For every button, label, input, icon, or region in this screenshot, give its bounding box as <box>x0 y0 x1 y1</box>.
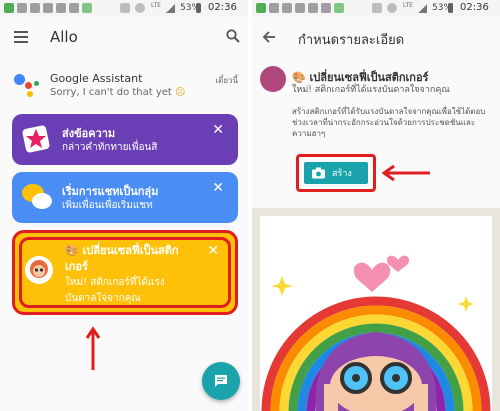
close-icon[interactable]: ✕ <box>212 122 224 138</box>
group-chat-card[interactable]: เริ่มการแชทเป็นกลุ่ม เพิ่มเพื่อนเพื่อเริ… <box>12 172 238 223</box>
sticker-details-screen: LTE 53% 02:36 กำหนดรายละเอียด 🎨 เปลี่ยนเ… <box>252 0 500 411</box>
notification-icon <box>269 3 279 13</box>
status-bar: LTE 53% 02:36 <box>252 0 500 17</box>
vibrate-icon <box>120 3 130 13</box>
create-button[interactable]: สร้าง <box>304 162 368 184</box>
battery-icon <box>448 3 453 13</box>
alarm-icon <box>387 3 397 13</box>
close-icon[interactable]: ✕ <box>212 180 224 196</box>
messenger-icon <box>69 3 79 13</box>
network-type: LTE <box>403 2 413 9</box>
app-title: Allo <box>50 28 78 46</box>
assistant-name: Google Assistant <box>50 72 143 85</box>
notification-icon <box>17 3 27 13</box>
send-message-card[interactable]: ส่งข้อความ กล่าวคำทักทายเพื่อนสิ ✕ <box>12 114 238 165</box>
notification-icon <box>30 3 40 13</box>
create-button-label: สร้าง <box>332 169 352 179</box>
whatsapp-icon <box>4 3 14 13</box>
notification-icon <box>43 3 53 13</box>
google-assistant-icon <box>12 72 40 100</box>
card-subtitle-line-1: ใหม่! สติกเกอร์ที่ได้แรง <box>65 277 165 288</box>
app-bar: Allo <box>0 17 248 57</box>
sticker-avatar <box>260 66 286 92</box>
whatsapp-icon <box>256 3 266 13</box>
card-subtitle: เพิ่มเพื่อนเพื่อเริ่มแชท <box>62 200 153 211</box>
back-arrow-icon[interactable] <box>262 30 276 44</box>
clock: 02:36 <box>208 2 237 13</box>
clock: 02:36 <box>460 2 489 13</box>
close-icon[interactable]: ✕ <box>207 243 219 259</box>
android-icon <box>82 3 92 13</box>
camera-icon <box>312 167 325 179</box>
message-time: เดี๋ยวนี้ <box>215 76 238 85</box>
red-arrow-up-icon <box>86 326 100 370</box>
emoji-icon: ☹ <box>175 87 186 98</box>
selfie-sticker-icon <box>25 256 53 284</box>
selfie-sticker-card[interactable]: 🎨 เปลี่ยนเซลฟี่เป็นสติก เกอร์ ใหม่! สติก… <box>12 230 238 315</box>
chat-bubbles-icon <box>22 184 52 209</box>
search-icon[interactable] <box>226 29 240 43</box>
paint-icon: 🎨 <box>65 244 79 257</box>
alarm-icon <box>135 3 145 13</box>
menu-icon[interactable] <box>14 31 28 43</box>
notification-icon <box>282 3 292 13</box>
chat-icon <box>215 375 227 387</box>
allo-home-screen: LTE 53% 02:36 Allo Google Assistant Sorr… <box>0 0 248 411</box>
image-icon <box>56 3 66 13</box>
page-title: กำหนดรายละเอียด <box>298 33 405 48</box>
signal-icon <box>166 4 175 13</box>
sticker-star-icon <box>22 125 50 153</box>
google-assistant-row[interactable]: Google Assistant Sorry, I can't do that … <box>0 66 248 106</box>
battery-icon <box>196 3 201 13</box>
sticker-artwork <box>252 208 500 411</box>
messenger-icon <box>321 3 331 13</box>
new-chat-fab[interactable] <box>202 362 240 400</box>
card-subtitle-line-2: บันดาลใจจากคุณ <box>65 293 141 304</box>
rainbow-selfie-illustration <box>252 208 500 411</box>
image-icon <box>308 3 318 13</box>
android-icon <box>334 3 344 13</box>
app-bar: กำหนดรายละเอียด <box>252 17 500 57</box>
status-bar: LTE 53% 02:36 <box>0 0 248 17</box>
signal-icon <box>418 4 427 13</box>
sticker-description: สร้างสติกเกอร์ที่ได้รับแรงบันดาลใจจากคุณ… <box>292 107 486 138</box>
assistant-last-message: Sorry, I can't do that yet ☹ <box>50 87 186 98</box>
red-arrow-left-icon <box>382 164 430 182</box>
notification-icon <box>295 3 305 13</box>
create-button-highlight: สร้าง <box>296 154 376 192</box>
vibrate-icon <box>372 3 382 13</box>
card-title-line-2: เกอร์ <box>65 260 88 273</box>
pack-description: ใหม่! สติกเกอร์ที่ได้แรงบันดาลใจจากคุณ <box>292 85 450 95</box>
network-type: LTE <box>151 2 161 9</box>
card-subtitle: กล่าวคำทักทายเพื่อนสิ <box>62 142 158 153</box>
